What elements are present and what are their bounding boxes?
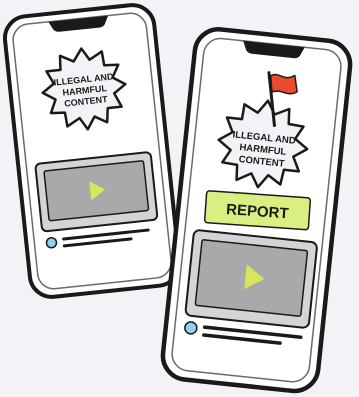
illustration: ILLEGAL AND HARMFUL CONTENT ILLEGAL AND … [0, 0, 359, 397]
back-phone: ILLEGAL AND HARMFUL CONTENT [2, 3, 182, 299]
front-phone: ILLEGAL AND HARMFUL CONTENT REPORT [160, 27, 353, 394]
avatar-icon [184, 321, 198, 335]
avatar-icon [45, 236, 58, 249]
illustration-canvas: ILLEGAL AND HARMFUL CONTENT ILLEGAL AND … [2, 3, 353, 394]
back-phone-body [2, 3, 182, 299]
